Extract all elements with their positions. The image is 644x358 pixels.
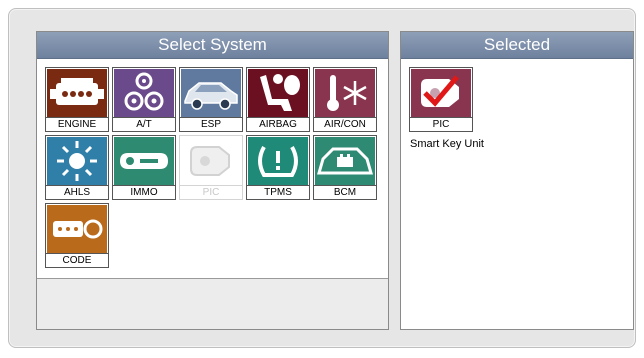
system-label: AIRBAG (247, 117, 309, 131)
airbag-seat-icon (248, 69, 308, 117)
gears-icon (114, 69, 174, 117)
smart-key-check-icon (411, 69, 471, 117)
system-tile-tpms[interactable]: TPMS (246, 135, 310, 200)
system-label: IMMO (113, 185, 175, 199)
selected-tile-pic[interactable]: PIC (409, 67, 473, 132)
selected-description: Smart Key Unit (410, 138, 484, 150)
system-tile-at[interactable]: A/T (112, 67, 176, 132)
system-label: PIC (180, 185, 242, 199)
key-icon (114, 137, 174, 185)
system-label: ESP (180, 117, 242, 131)
system-tile-engine[interactable]: ENGINE (45, 67, 109, 132)
selected-panel: Selected PIC Smart Key Unit (400, 31, 634, 330)
system-tile-ahls[interactable]: AHLS (45, 135, 109, 200)
system-tile-pic: PIC (179, 135, 243, 200)
system-label: A/T (113, 117, 175, 131)
select-system-panel: Select System ENGINE A/T ESP AIRBAG AIR/… (36, 31, 389, 330)
tire-pressure-icon (248, 137, 308, 185)
system-label: AIR/CON (314, 117, 376, 131)
selected-label: PIC (410, 117, 472, 131)
system-label: CODE (46, 253, 108, 267)
select-system-title: Select System (37, 32, 388, 59)
car-icon (181, 69, 241, 117)
system-label: ENGINE (46, 117, 108, 131)
system-tile-aircon[interactable]: AIR/CON (313, 67, 377, 132)
headlamp-icon (47, 137, 107, 185)
smart-key-icon (181, 137, 241, 185)
system-label: TPMS (247, 185, 309, 199)
system-tile-airbag[interactable]: AIRBAG (246, 67, 310, 132)
selected-title: Selected (401, 32, 633, 59)
select-system-footer (37, 278, 388, 329)
system-tile-code[interactable]: CODE (45, 203, 109, 268)
engine-icon (47, 69, 107, 117)
system-tile-immo[interactable]: IMMO (112, 135, 176, 200)
car-battery-icon (315, 137, 375, 185)
key-code-icon (47, 205, 107, 253)
system-label: AHLS (46, 185, 108, 199)
system-tile-esp[interactable]: ESP (179, 67, 243, 132)
system-label: BCM (314, 185, 376, 199)
system-tile-bcm[interactable]: BCM (313, 135, 377, 200)
thermometer-snowflake-icon (315, 69, 375, 117)
